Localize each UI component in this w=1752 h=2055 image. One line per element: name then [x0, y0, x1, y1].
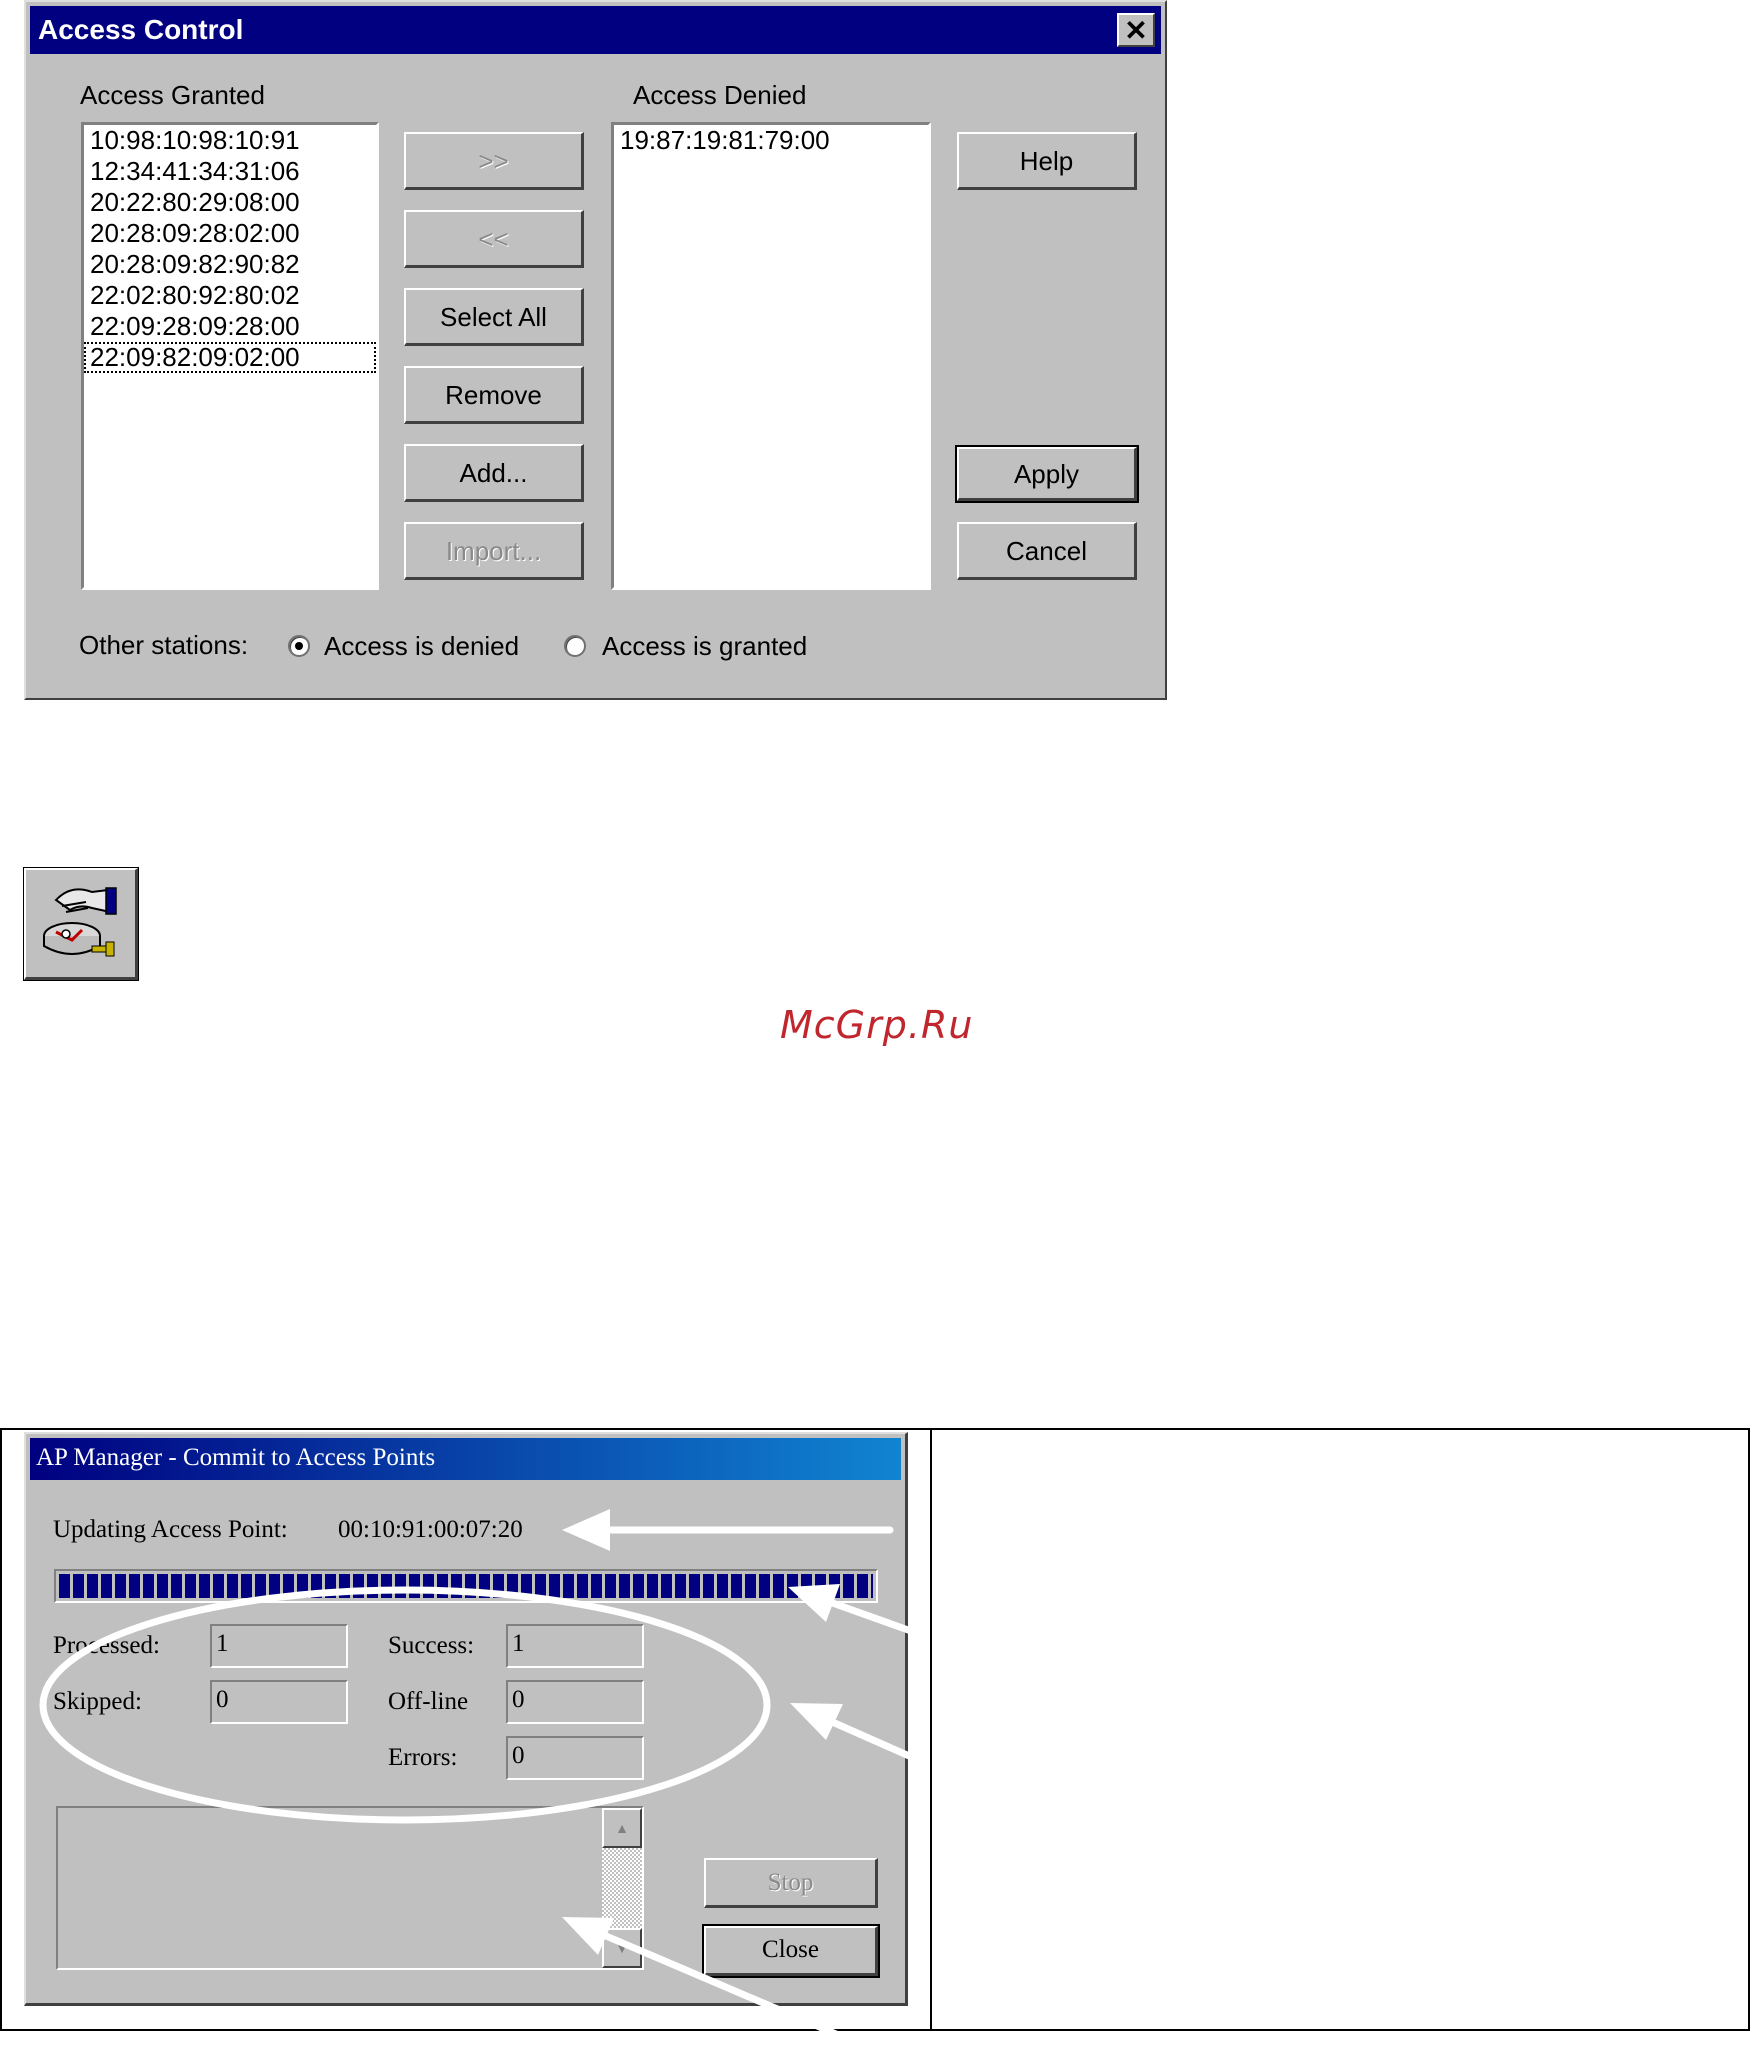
list-item[interactable]: 22:09:82:09:02:00: [84, 342, 376, 373]
move-right-button[interactable]: >>: [404, 132, 584, 190]
progress-bar: [54, 1569, 878, 1603]
other-stations-label: Other stations:: [79, 630, 249, 660]
list-item[interactable]: 20:28:09:82:90:82: [84, 249, 376, 280]
radio-access-granted-label[interactable]: Access is granted: [602, 631, 807, 662]
skipped-label: Skipped:: [53, 1688, 142, 1715]
updating-label: Updating Access Point:: [53, 1516, 288, 1543]
access-control-toolbar-button[interactable]: [23, 867, 139, 981]
access-granted-list[interactable]: 10:98:10:98:10:91 12:34:41:34:31:06 20:2…: [81, 122, 379, 590]
stop-button[interactable]: Stop: [704, 1858, 878, 1908]
list-item[interactable]: 19:87:19:81:79:00: [614, 125, 928, 156]
dialog-title: AP Manager - Commit to Access Points: [36, 1444, 436, 1471]
radio-access-denied-label[interactable]: Access is denied: [324, 631, 519, 662]
processed-field: 1: [210, 1624, 348, 1668]
access-denied-label: Access Denied: [633, 80, 807, 110]
table-divider: [930, 1430, 932, 2029]
scroll-down-icon[interactable]: ▼: [602, 1928, 642, 1968]
radio-access-denied[interactable]: [288, 635, 310, 657]
radio-access-granted[interactable]: [564, 635, 586, 657]
list-item[interactable]: 20:22:80:29:08:00: [84, 187, 376, 218]
close-button[interactable]: Close: [702, 1924, 880, 1978]
access-denied-list[interactable]: 19:87:19:81:79:00: [611, 122, 931, 590]
success-label: Success:: [388, 1632, 475, 1659]
close-icon[interactable]: ✕: [1117, 13, 1155, 47]
dialog-title: Access Control: [38, 14, 244, 45]
errors-label: Errors:: [388, 1744, 458, 1771]
help-button[interactable]: Help: [957, 132, 1137, 190]
access-control-dialog: Access Control ✕ Access Granted Access D…: [24, 0, 1167, 700]
scroll-up-icon[interactable]: ▲: [602, 1808, 642, 1848]
success-field: 1: [506, 1624, 644, 1668]
log-box[interactable]: ▲ ▼: [56, 1806, 644, 1970]
list-item[interactable]: 10:98:10:98:10:91: [84, 125, 376, 156]
list-item[interactable]: 20:28:09:28:02:00: [84, 218, 376, 249]
processed-label: Processed:: [53, 1632, 160, 1659]
skipped-field: 0: [210, 1680, 348, 1724]
title-bar: Access Control ✕: [30, 6, 1161, 54]
cancel-button[interactable]: Cancel: [957, 522, 1137, 580]
select-all-button[interactable]: Select All: [404, 288, 584, 346]
import-button[interactable]: Import...: [404, 522, 584, 580]
list-item[interactable]: 12:34:41:34:31:06: [84, 156, 376, 187]
access-granted-label: Access Granted: [80, 80, 265, 110]
apply-button[interactable]: Apply: [955, 445, 1139, 503]
list-item[interactable]: 22:09:28:09:28:00: [84, 311, 376, 342]
offline-field: 0: [506, 1680, 644, 1724]
watermark: McGrp.Ru: [780, 1003, 974, 1047]
move-left-button[interactable]: <<: [404, 210, 584, 268]
errors-field: 0: [506, 1736, 644, 1780]
progress-fill: [59, 1574, 873, 1598]
offline-label: Off-line: [388, 1688, 469, 1715]
access-control-icon: [43, 887, 117, 957]
title-bar: AP Manager - Commit to Access Points: [30, 1438, 901, 1480]
commit-dialog: AP Manager - Commit to Access Points Upd…: [24, 1432, 908, 2006]
remove-button[interactable]: Remove: [404, 366, 584, 424]
list-item[interactable]: 22:02:80:92:80:02: [84, 280, 376, 311]
radio-selected-dot: [295, 642, 303, 650]
add-button[interactable]: Add...: [404, 444, 584, 502]
updating-value: 00:10:91:00:07:20: [338, 1516, 523, 1543]
